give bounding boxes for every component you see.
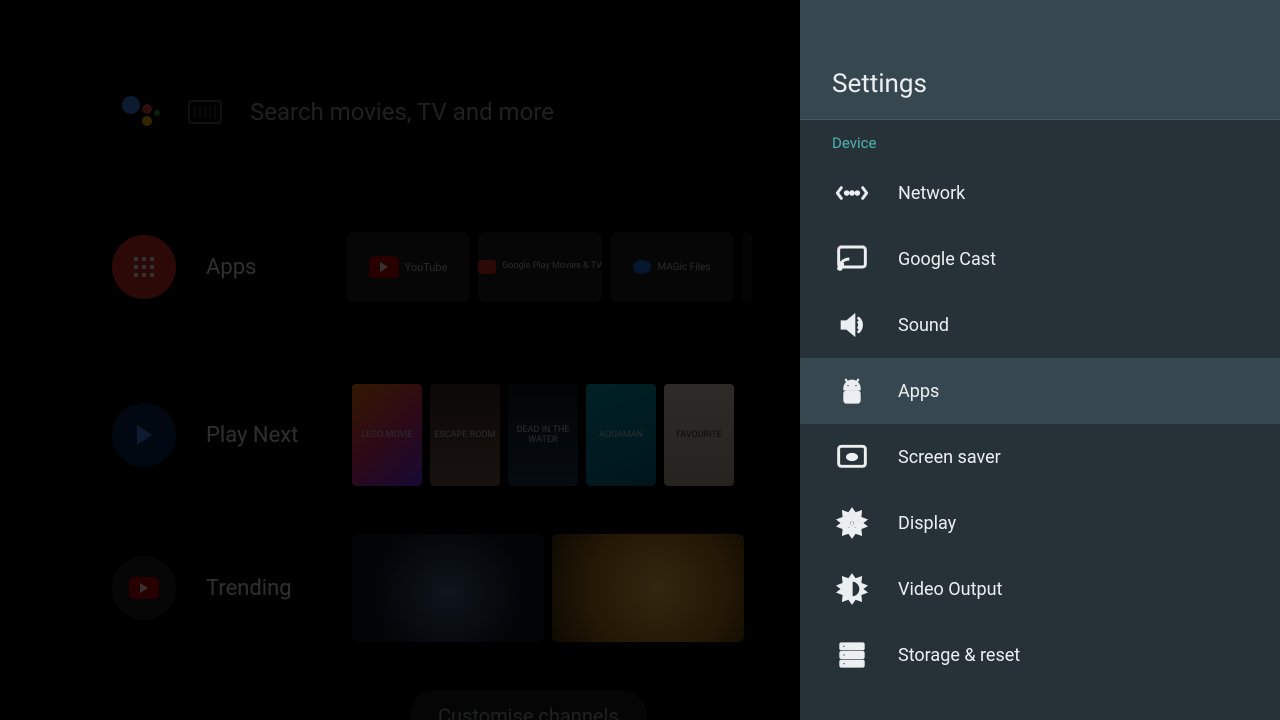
- youtube-icon: [369, 256, 399, 278]
- magic-files-icon: [633, 260, 651, 274]
- brightness-auto-icon: [832, 503, 872, 543]
- settings-item-display[interactable]: Display: [800, 490, 1280, 556]
- volume-icon: [832, 305, 872, 345]
- customise-channels-button[interactable]: Customise channels: [410, 690, 647, 720]
- trending-card[interactable]: [552, 534, 744, 642]
- poster[interactable]: FAVOURITE: [664, 384, 734, 486]
- settings-item-label: Apps: [898, 381, 939, 402]
- poster[interactable]: LEGO MOVIE: [352, 384, 422, 486]
- settings-header: Settings: [800, 0, 1280, 120]
- screensaver-icon: [832, 437, 872, 477]
- settings-item-label: Google Cast: [898, 249, 996, 270]
- brightness-icon: [832, 569, 872, 609]
- settings-item-label: Sound: [898, 315, 949, 336]
- app-tile-magicfiles[interactable]: MAGic Files: [610, 232, 734, 302]
- settings-title: Settings: [832, 69, 927, 99]
- settings-item-apps[interactable]: Apps: [800, 358, 1280, 424]
- settings-item-network[interactable]: Network: [800, 160, 1280, 226]
- app-tile-label: YouTube: [405, 261, 448, 274]
- settings-section-label: Device: [800, 120, 1280, 160]
- settings-item-screensaver[interactable]: Screen saver: [800, 424, 1280, 490]
- settings-item-label: Display: [898, 513, 956, 534]
- app-tile-label: Google Play Movies & TV: [502, 262, 602, 272]
- trending-card[interactable]: [352, 534, 544, 642]
- settings-item-label: Network: [898, 183, 965, 204]
- app-tile-youtube[interactable]: YouTube: [346, 232, 470, 302]
- settings-item-label: Storage & reset: [898, 645, 1020, 666]
- app-tile-peek[interactable]: [742, 232, 752, 302]
- settings-item-videooutput[interactable]: Video Output: [800, 556, 1280, 622]
- settings-item-storage[interactable]: Storage & reset: [800, 622, 1280, 688]
- app-tile-label: MAGic Files: [657, 262, 710, 273]
- poster[interactable]: ESCAPE ROOM: [430, 384, 500, 486]
- assistant-logo-icon: [120, 92, 160, 132]
- android-icon: [832, 371, 872, 411]
- settings-item-label: Video Output: [898, 579, 1002, 600]
- row-label: Trending: [206, 576, 316, 601]
- play-movies-icon: [478, 260, 496, 274]
- row-label: Play Next: [206, 423, 316, 448]
- settings-item-cast[interactable]: Google Cast: [800, 226, 1280, 292]
- search-row[interactable]: Search movies, TV and more: [120, 92, 554, 132]
- play-next-row-icon[interactable]: [112, 403, 176, 467]
- trending-row-icon[interactable]: [112, 556, 176, 620]
- settings-item-label: Screen saver: [898, 447, 1001, 468]
- apps-row-icon[interactable]: [112, 235, 176, 299]
- search-placeholder[interactable]: Search movies, TV and more: [250, 98, 554, 126]
- row-label: Apps: [206, 255, 316, 280]
- poster[interactable]: AQUAMAN: [586, 384, 656, 486]
- settings-panel: Settings Device Network Google Cast Sound A…: [800, 0, 1280, 720]
- poster[interactable]: DEAD IN THE WATER: [508, 384, 578, 486]
- ethernet-icon: [832, 173, 872, 213]
- app-tile-playmovies[interactable]: Google Play Movies & TV: [478, 232, 602, 302]
- cast-icon: [832, 239, 872, 279]
- storage-icon: [832, 635, 872, 675]
- keyboard-icon[interactable]: [188, 100, 222, 124]
- settings-item-sound[interactable]: Sound: [800, 292, 1280, 358]
